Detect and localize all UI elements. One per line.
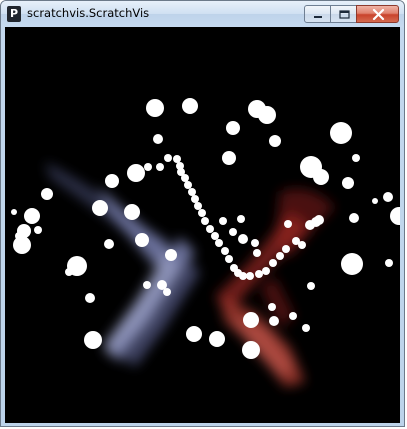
particle-dot [163,288,171,296]
particle-dot [251,239,259,247]
particle-dot [237,215,245,223]
particle-dot [124,204,140,220]
particle-dot [92,200,108,216]
particle-dot [11,209,17,215]
particle-dot [15,232,23,240]
particle-dot [383,192,393,202]
particle-dot [330,122,352,144]
particle-dot [34,226,42,234]
particle-dot [222,151,236,165]
canvas-background [5,27,400,423]
app-window: P scratchvis.ScratchVis [0,0,405,427]
particle-dot [292,237,300,245]
title-bar[interactable]: P scratchvis.ScratchVis [1,1,404,27]
particle-dot [229,228,237,236]
particle-dot [181,174,189,182]
particle-dot [255,270,263,278]
visualization-drawing [5,27,400,423]
processing-app-icon: P [7,6,21,22]
particle-dot [127,164,145,182]
particle-dot [302,324,310,332]
particle-dot [215,239,223,247]
close-button[interactable] [356,5,399,23]
particle-dot [242,341,260,359]
particle-dot [276,252,284,260]
window-title: scratchvis.ScratchVis [27,6,150,20]
particle-dot [173,155,181,163]
particle-dot [135,233,149,247]
particle-dot [314,215,324,225]
particle-dot [191,195,199,203]
particle-dot [342,177,354,189]
particle-dot [156,163,164,171]
particle-dot [313,169,329,185]
particle-dot [243,312,259,328]
particle-dot [372,198,378,204]
particle-dot [144,163,152,171]
particle-dot [41,188,53,200]
particle-dot [307,282,315,290]
particle-dot [13,236,31,254]
particle-dot [269,316,279,326]
particle-dot [201,217,209,225]
particle-dot [385,259,393,267]
particle-dot [104,239,114,249]
particle-dot [225,255,233,263]
particle-dot [226,121,240,135]
particle-dot [268,303,276,311]
particle-dot [284,220,292,228]
particle-dot [65,268,73,276]
particle-dot [186,326,202,342]
particle-dot [105,174,119,188]
particle-dot [164,154,172,162]
particle-dot [153,134,163,144]
particle-dot [269,259,277,267]
particle-dot [188,188,196,196]
particle-dot [221,247,229,255]
particle-dot [246,272,254,280]
particle-dot [198,209,206,217]
caption-buttons [304,5,399,24]
particle-dot [206,225,214,233]
minimize-icon [314,16,322,18]
particle-dot [84,331,102,349]
close-icon [372,8,385,21]
particle-dot [239,272,247,280]
particle-dot [269,135,281,147]
particle-dot [165,249,177,261]
visualization-canvas[interactable] [5,27,400,423]
particle-dot [85,293,95,303]
particle-dot [209,331,225,347]
particle-dot [146,99,164,117]
maximize-icon [339,10,350,19]
particle-dot [349,213,359,223]
maximize-button[interactable] [330,5,357,23]
particle-dot [352,154,360,162]
particle-dot [258,106,276,124]
particle-dot [194,202,202,210]
particle-dot [341,253,363,275]
particle-dot [143,281,151,289]
particle-dot [238,234,248,244]
particle-dot [182,98,198,114]
particle-dot [219,217,227,225]
minimize-button[interactable] [304,5,331,23]
particle-dot [253,249,261,257]
particle-dot [184,181,192,189]
particle-dot [211,232,219,240]
particle-dot [24,208,40,224]
particle-dot [262,267,270,275]
particle-dot [282,245,290,253]
particle-dot [289,312,297,320]
